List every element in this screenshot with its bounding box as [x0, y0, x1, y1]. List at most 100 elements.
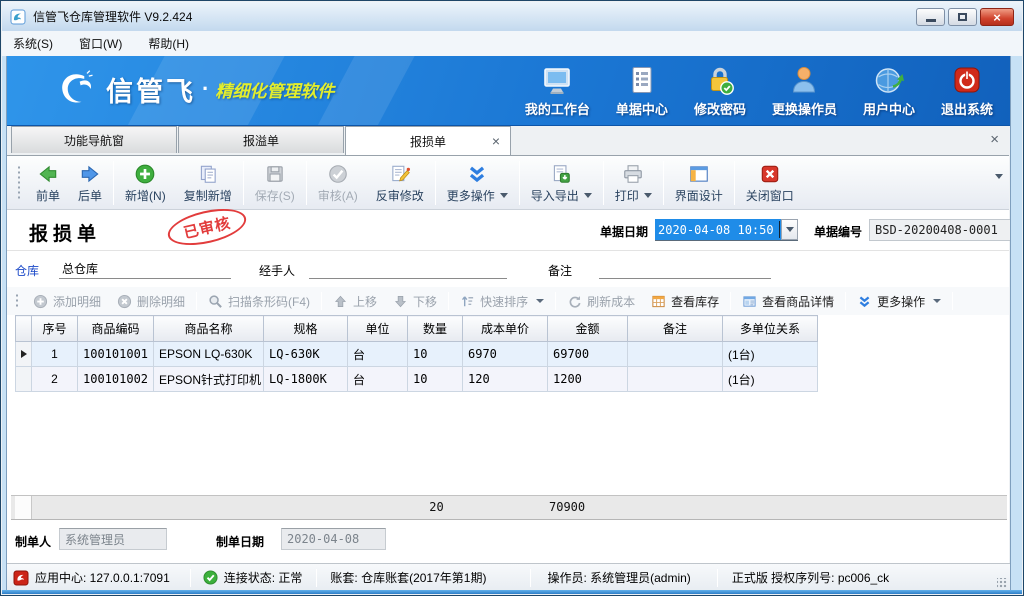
dropdown-caret-icon[interactable] [644, 193, 652, 198]
tab-function-nav[interactable]: 功能导航窗 [11, 126, 177, 153]
column-header[interactable]: 数量 [408, 316, 463, 342]
cell-spec[interactable]: LQ-630K [264, 342, 348, 367]
prev-doc-button[interactable]: 前单 [27, 159, 69, 207]
refresh-cost-button[interactable]: 刷新成本 [559, 293, 643, 310]
column-header[interactable]: 单位 [348, 316, 408, 342]
detail-more-actions-button[interactable]: 更多操作 [849, 293, 949, 310]
date-dropdown-button[interactable] [781, 219, 798, 240]
more-actions-button[interactable]: 更多操作 [438, 159, 517, 207]
next-doc-button[interactable]: 后单 [69, 159, 111, 207]
menu-window[interactable]: 窗口(W) [79, 35, 122, 52]
arrow-right-icon [79, 163, 101, 185]
exit-system-label: 退出系统 [941, 99, 993, 118]
delete-detail-icon [117, 294, 132, 309]
cell-qty[interactable]: 10 [408, 367, 463, 392]
quick-sort-button[interactable]: 快速排序 [452, 293, 552, 310]
document-center-button[interactable]: 单据中心 [616, 64, 668, 118]
change-password-button[interactable]: 修改密码 [694, 64, 746, 118]
warehouse-field[interactable]: 总仓库 [59, 258, 231, 279]
close-button[interactable]: × [980, 8, 1014, 26]
doc-date-combobox[interactable]: 2020-04-08 10:50 [655, 219, 798, 241]
cell-remark[interactable] [628, 342, 723, 367]
barcode-scan-button[interactable]: 扫描条形码(F4) [200, 293, 318, 310]
toolbar-separator [196, 292, 197, 310]
switch-operator-button[interactable]: 更换操作员 [772, 64, 837, 118]
import-export-button[interactable]: 导入导出 [522, 159, 601, 207]
app-center-status: 应用中心: 127.0.0.1:7091 [13, 569, 170, 586]
warehouse-label[interactable]: 仓库 [15, 262, 39, 279]
dropdown-caret-icon[interactable] [584, 193, 592, 198]
tab-loss-order[interactable]: 报损单× [345, 126, 511, 155]
toolbar-grip[interactable] [17, 165, 21, 201]
move-up-icon [333, 294, 348, 309]
move-up-button[interactable]: 上移 [325, 293, 385, 310]
toolbar-grip[interactable] [15, 293, 19, 309]
handler-label: 经手人 [259, 262, 295, 279]
doc-number-field: BSD-20200408-0001 [869, 219, 1017, 241]
cell-seq[interactable]: 1 [32, 342, 78, 367]
printer-icon [622, 163, 644, 185]
handler-field[interactable] [309, 258, 507, 279]
dropdown-caret-icon[interactable] [500, 193, 508, 198]
dropdown-caret-icon[interactable] [933, 299, 941, 303]
cell-amount[interactable]: 1200 [548, 367, 628, 392]
totals-row: 20 70900 [11, 495, 1007, 520]
cell-seq[interactable]: 2 [32, 367, 78, 392]
column-header[interactable]: 规格 [264, 316, 348, 342]
cell-unit[interactable]: 台 [348, 367, 408, 392]
cell-remark[interactable] [628, 367, 723, 392]
column-header[interactable]: 成本单价 [463, 316, 548, 342]
add-circle-icon [134, 163, 156, 185]
column-header[interactable]: 金额 [548, 316, 628, 342]
column-header[interactable]: 多单位关系 [723, 316, 818, 342]
save-button[interactable]: 保存(S) [246, 159, 304, 207]
menu-help[interactable]: 帮助(H) [148, 35, 189, 52]
cell-cost-price[interactable]: 6970 [463, 342, 548, 367]
copy-new-button[interactable]: 复制新增 [175, 159, 241, 207]
add-detail-button[interactable]: 添加明细 [25, 293, 109, 310]
cell-product-code[interactable]: 100101001 [78, 342, 154, 367]
cell-product-name[interactable]: EPSON LQ-630K [154, 342, 264, 367]
workbench-button[interactable]: 我的工作台 [525, 64, 590, 118]
tab-close-icon[interactable]: × [492, 134, 500, 148]
tab-overflow-order[interactable]: 报溢单 [178, 126, 344, 153]
table-row[interactable]: 1 100101001 EPSON LQ-630K LQ-630K 台 10 6… [16, 342, 818, 367]
minimize-button[interactable] [916, 8, 945, 26]
approve-button[interactable]: 审核(A) [309, 159, 367, 207]
main-toolbar: 前单 后单 新增(N) 复制新增 保存(S) 审核(A) 反审修改 更多操作 [7, 156, 1009, 210]
exit-system-button[interactable]: 退出系统 [941, 64, 993, 118]
cell-product-code[interactable]: 100101002 [78, 367, 154, 392]
cell-multi-unit[interactable]: (1台) [723, 367, 818, 392]
maximize-button[interactable] [948, 8, 977, 26]
cell-product-name[interactable]: EPSON针式打印机 [154, 367, 264, 392]
tabstrip-close-icon[interactable]: × [990, 132, 999, 147]
delete-detail-button[interactable]: 删除明细 [109, 293, 193, 310]
ui-design-button[interactable]: 界面设计 [666, 159, 732, 207]
cell-amount[interactable]: 69700 [548, 342, 628, 367]
view-product-detail-button[interactable]: 查看商品详情 [734, 293, 842, 310]
user-center-button[interactable]: 用户中心 [863, 64, 915, 118]
table-row[interactable]: 2 100101002 EPSON针式打印机 LQ-1800K 台 10 120… [16, 367, 818, 392]
view-stock-button[interactable]: 查看库存 [643, 293, 727, 310]
resize-grip[interactable] [997, 578, 1007, 588]
cell-cost-price[interactable]: 120 [463, 367, 548, 392]
column-header[interactable]: 序号 [32, 316, 78, 342]
close-window-button[interactable]: 关闭窗口 [737, 159, 803, 207]
cell-multi-unit[interactable]: (1台) [723, 342, 818, 367]
new-button[interactable]: 新增(N) [116, 159, 175, 207]
column-header[interactable]: 商品编码 [78, 316, 154, 342]
view-stock-grid-icon [651, 294, 666, 309]
cell-spec[interactable]: LQ-1800K [264, 367, 348, 392]
remark-field[interactable] [599, 258, 771, 279]
dropdown-caret-icon[interactable] [536, 299, 544, 303]
brand-slogan: 精细化管理软件 [215, 77, 334, 102]
cell-qty[interactable]: 10 [408, 342, 463, 367]
cell-unit[interactable]: 台 [348, 342, 408, 367]
column-header[interactable]: 备注 [628, 316, 723, 342]
column-header[interactable]: 商品名称 [154, 316, 264, 342]
toolbar-overflow-icon[interactable] [995, 174, 1003, 179]
unapprove-edit-button[interactable]: 反审修改 [367, 159, 433, 207]
move-down-button[interactable]: 下移 [385, 293, 445, 310]
menu-system[interactable]: 系统(S) [13, 35, 53, 52]
print-button[interactable]: 打印 [606, 159, 661, 207]
